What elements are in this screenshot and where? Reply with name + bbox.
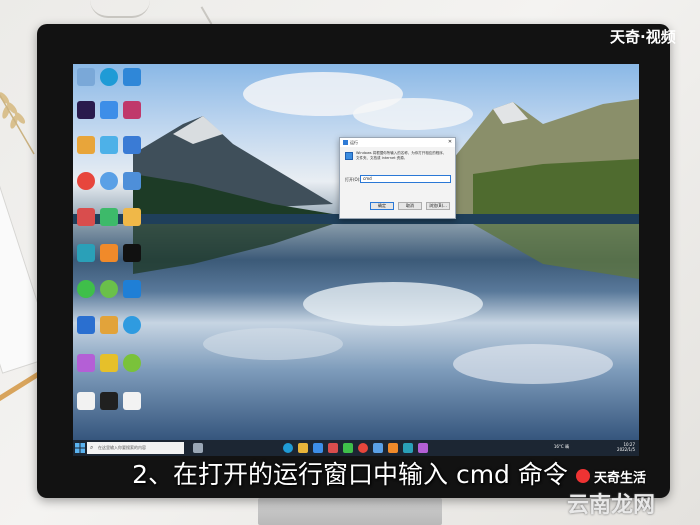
run-dialog-title: 运行	[350, 139, 358, 145]
app-icon-dark[interactable]	[100, 392, 118, 410]
premiere-icon[interactable]	[77, 101, 95, 119]
document-icon[interactable]	[123, 392, 141, 410]
app-icon-lime[interactable]	[123, 354, 141, 372]
taskbar: ⌕ 在这里输入你要搜索的内容 16°C 晴 10:27 2022/1/5	[73, 440, 639, 456]
desktop-screen: 运行 ✕ Windows 将根据你所输入的名称，为你打开相应的程序、文件夹、文档…	[73, 64, 639, 456]
wheat-decoration	[0, 92, 35, 155]
monitor-stand	[258, 498, 442, 525]
explorer-taskbar-icon[interactable]	[298, 443, 308, 453]
cancel-button[interactable]: 取消	[398, 202, 422, 210]
run-dialog-body: Windows 将根据你所输入的名称，为你打开相应的程序、文件夹、文档或 Int…	[340, 147, 455, 210]
open-input[interactable]: cmd	[360, 175, 451, 183]
watermark-logo: 天奇生活	[576, 467, 694, 487]
watermark-top: 天奇·视频	[610, 28, 676, 46]
branch-decoration	[90, 0, 150, 18]
search-placeholder: 在这里输入你要搜索的内容	[98, 445, 146, 450]
run-dialog-titlebar[interactable]: 运行 ✕	[340, 138, 455, 147]
wps-icon[interactable]	[77, 208, 95, 226]
edge-taskbar-icon[interactable]	[283, 443, 293, 453]
run-dialog-description: Windows 将根据你所输入的名称，为你打开相应的程序、文件夹、文档或 Int…	[356, 151, 447, 160]
recycle-bin-icon[interactable]	[77, 68, 95, 86]
app-taskbar-icon-4[interactable]	[403, 443, 413, 453]
logo-mark-icon	[576, 469, 590, 483]
app-taskbar-icon-5[interactable]	[418, 443, 428, 453]
app-icon-green[interactable]	[100, 280, 118, 298]
edge-icon[interactable]	[100, 68, 118, 86]
app-icon-blue[interactable]	[100, 172, 118, 190]
ok-button[interactable]: 确定	[370, 202, 394, 210]
tiktok-icon[interactable]	[123, 244, 141, 262]
windows-start-icon[interactable]	[75, 443, 85, 453]
wechat-icon[interactable]	[77, 280, 95, 298]
folder-icon-2[interactable]	[123, 208, 141, 226]
shield-icon[interactable]	[77, 316, 95, 334]
search-icon: ⌕	[90, 444, 94, 451]
chrome-taskbar-icon[interactable]	[358, 443, 368, 453]
app-taskbar-icon-2[interactable]	[373, 443, 383, 453]
task-view-icon[interactable]	[193, 443, 203, 453]
chrome-icon[interactable]	[77, 172, 95, 190]
app-taskbar-icon[interactable]	[343, 443, 353, 453]
app-taskbar-icon-3[interactable]	[388, 443, 398, 453]
app-icon-k[interactable]	[123, 316, 141, 334]
app-icon-teal[interactable]	[77, 244, 95, 262]
app-icon-light[interactable]	[123, 172, 141, 190]
music-icon[interactable]	[100, 101, 118, 119]
weather-status[interactable]: 16°C 晴	[554, 444, 569, 450]
run-dialog: 运行 ✕ Windows 将根据你所输入的名称，为你打开相应的程序、文件夹、文档…	[339, 137, 456, 219]
browse-button[interactable]: 浏览(B)...	[426, 202, 450, 210]
video-subtitle: 2、在打开的运行窗口中输入 cmd 命令	[132, 460, 568, 489]
run-icon	[343, 140, 348, 145]
taskbar-search-box[interactable]: ⌕ 在这里输入你要搜索的内容	[87, 442, 184, 454]
open-label: 打开(O):	[345, 177, 361, 182]
branch-decoration-2	[200, 0, 232, 25]
app-icon-multi[interactable]	[100, 316, 118, 334]
pen-icon[interactable]	[77, 392, 95, 410]
play-store-icon[interactable]	[100, 208, 118, 226]
store-taskbar-icon[interactable]	[313, 443, 323, 453]
app-icon-p[interactable]	[123, 280, 141, 298]
watermark-logo-text: 天奇生活	[594, 471, 647, 486]
watermark-site: 云南龙网	[567, 493, 656, 518]
run-program-icon	[345, 152, 353, 160]
taskbar-clock[interactable]: 10:27 2022/1/5	[617, 442, 635, 452]
folder-icon[interactable]	[77, 136, 95, 154]
chat-icon[interactable]	[100, 136, 118, 154]
app-icon-flower[interactable]	[77, 354, 95, 372]
clock-date: 2022/1/5	[617, 447, 635, 452]
app-icon-yellow[interactable]	[100, 354, 118, 372]
wps-taskbar-icon[interactable]	[328, 443, 338, 453]
close-icon[interactable]: ✕	[445, 138, 455, 147]
app-icon[interactable]	[123, 68, 141, 86]
lake-mountain-wallpaper	[73, 72, 639, 384]
file-icon[interactable]	[123, 136, 141, 154]
app-icon-orange[interactable]	[100, 244, 118, 262]
app-icon-pink[interactable]	[123, 101, 141, 119]
